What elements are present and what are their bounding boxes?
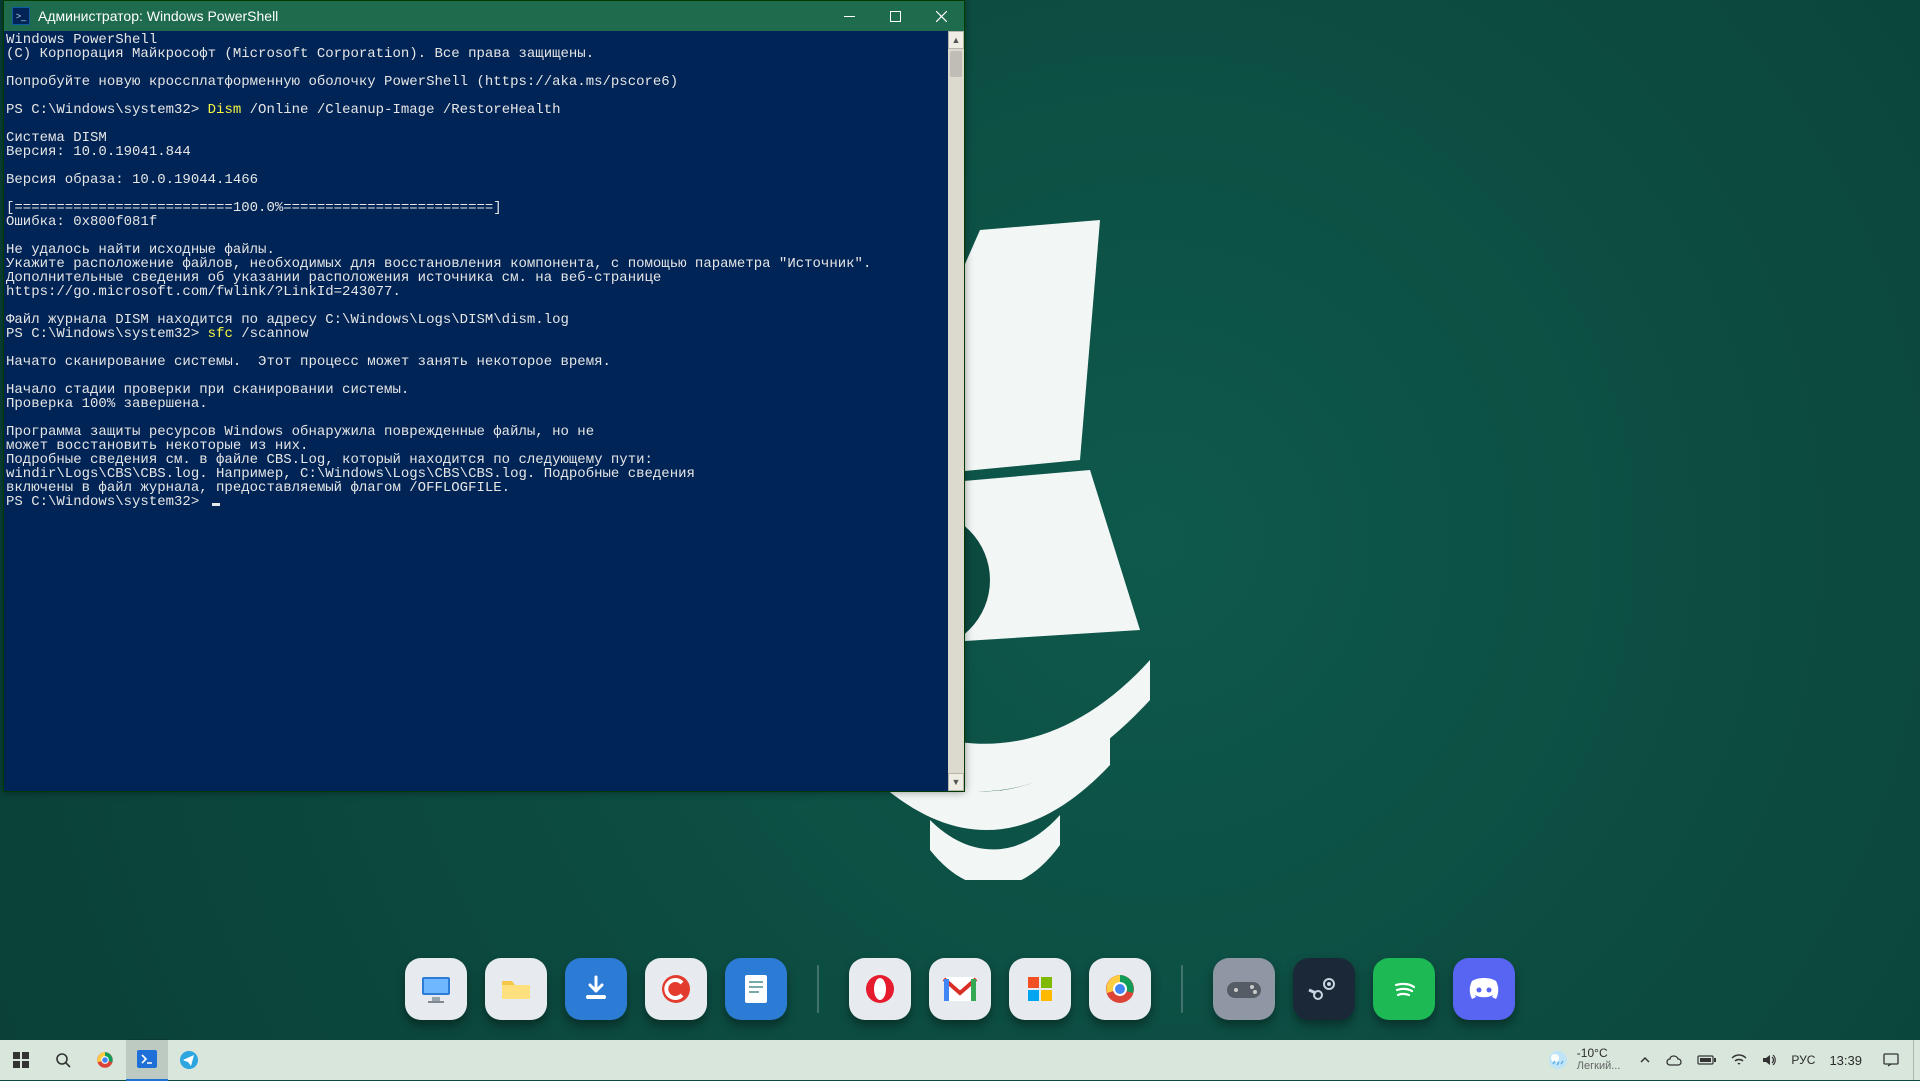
tray-onedrive[interactable]	[1658, 1040, 1690, 1080]
notification-icon	[1883, 1053, 1899, 1067]
dock-downloads[interactable]	[565, 958, 627, 1020]
window-titlebar[interactable]: >_ Администратор: Windows PowerShell	[4, 1, 964, 31]
scroll-down-icon[interactable]: ▼	[948, 773, 964, 791]
cmd-rest: /scannow	[233, 326, 309, 342]
dock-notepad[interactable]	[725, 958, 787, 1020]
tray-volume[interactable]	[1754, 1040, 1784, 1080]
dock-steam[interactable]	[1293, 958, 1355, 1020]
telegram-icon	[179, 1050, 199, 1070]
terminal-line: Версия: 10.0.19041.844	[6, 144, 191, 160]
terminal-line: Версия образа: 10.0.19044.1466	[6, 172, 258, 188]
wifi-icon	[1731, 1053, 1747, 1067]
terminal-line: Начато сканирование системы. Этот процес…	[6, 354, 611, 370]
tray-chevron-up[interactable]	[1632, 1040, 1658, 1080]
windows-icon	[13, 1052, 29, 1068]
close-button[interactable]	[918, 1, 964, 31]
taskbar-chrome[interactable]	[84, 1040, 126, 1080]
search-icon	[55, 1052, 72, 1069]
cmd-highlight: sfc	[208, 326, 233, 342]
dock-gmail[interactable]	[929, 958, 991, 1020]
chrome-icon	[95, 1050, 115, 1070]
dock-spotify[interactable]	[1373, 958, 1435, 1020]
powershell-icon: >_	[12, 7, 30, 25]
terminal-line: (C) Корпорация Майкрософт (Microsoft Cor…	[6, 46, 594, 62]
ccleaner-icon	[658, 971, 694, 1007]
dock-ccleaner[interactable]	[645, 958, 707, 1020]
terminal-line: Проверка 100% завершена.	[6, 396, 208, 412]
scrollbar-thumb[interactable]	[950, 51, 962, 77]
dock-microsoft-store[interactable]	[1009, 958, 1071, 1020]
taskbar[interactable]: -10°C Легкий... РУС 13	[0, 1040, 1920, 1080]
tray-battery[interactable]	[1690, 1040, 1724, 1080]
discord-icon	[1466, 975, 1502, 1003]
opera-icon	[862, 971, 898, 1007]
steam-icon	[1307, 972, 1341, 1006]
terminal-line: Ошибка: 0x800f081f	[6, 214, 157, 230]
tray-wifi[interactable]	[1724, 1040, 1754, 1080]
weather-widget[interactable]: -10°C Легкий...	[1535, 1047, 1633, 1073]
dock-discord[interactable]	[1453, 958, 1515, 1020]
maximize-button[interactable]	[872, 1, 918, 31]
monitor-icon	[418, 971, 454, 1007]
download-icon	[580, 973, 612, 1005]
cmd-rest: /Online /Cleanup-Image /RestoreHealth	[241, 102, 560, 118]
scrollbar[interactable]: ▲ ▼	[948, 31, 964, 791]
taskbar-telegram[interactable]	[168, 1040, 210, 1080]
cursor	[212, 503, 220, 506]
dock-chrome[interactable]	[1089, 958, 1151, 1020]
language-label: РУС	[1791, 1053, 1815, 1067]
start-button[interactable]	[0, 1040, 42, 1080]
search-button[interactable]	[42, 1040, 84, 1080]
tray-notifications[interactable]	[1869, 1040, 1913, 1080]
spotify-icon	[1387, 972, 1421, 1006]
microsoft-icon	[1024, 973, 1056, 1005]
dock-this-pc[interactable]	[405, 958, 467, 1020]
terminal-body[interactable]: Windows PowerShell (C) Корпорация Майкро…	[4, 31, 964, 791]
battery-icon	[1697, 1054, 1717, 1066]
notepad-icon	[741, 972, 771, 1006]
dock-separator	[1181, 965, 1183, 1013]
scroll-up-icon[interactable]: ▲	[948, 31, 964, 49]
weather-icon	[1547, 1049, 1569, 1071]
prompt: PS C:\Windows\system32>	[6, 494, 208, 510]
taskbar-powershell[interactable]	[126, 1039, 168, 1081]
clock-time: 13:39	[1829, 1053, 1862, 1068]
prompt: PS C:\Windows\system32>	[6, 102, 208, 118]
window-title: Администратор: Windows PowerShell	[38, 8, 278, 24]
terminal-line: Попробуйте новую кроссплатформенную обол…	[6, 74, 678, 90]
powershell-icon	[137, 1050, 157, 1068]
cloud-icon	[1665, 1054, 1683, 1066]
gamepad-icon	[1225, 976, 1263, 1002]
dock-file-explorer[interactable]	[485, 958, 547, 1020]
prompt: PS C:\Windows\system32>	[6, 326, 208, 342]
weather-desc: Легкий...	[1577, 1060, 1621, 1073]
tray-clock[interactable]: 13:39	[1822, 1040, 1869, 1080]
show-desktop-button[interactable]	[1913, 1040, 1920, 1080]
dock	[405, 958, 1515, 1020]
gmail-icon	[942, 975, 978, 1003]
volume-icon	[1761, 1053, 1777, 1067]
tray-language[interactable]: РУС	[1784, 1040, 1822, 1080]
weather-temp: -10°C	[1577, 1047, 1621, 1060]
folder-icon	[498, 971, 534, 1007]
desktop[interactable]: >_ Администратор: Windows PowerShell Win…	[0, 0, 1920, 1080]
terminal-content[interactable]: Windows PowerShell (C) Корпорация Майкро…	[4, 31, 948, 791]
dock-games[interactable]	[1213, 958, 1275, 1020]
dock-opera[interactable]	[849, 958, 911, 1020]
cmd-highlight: Dism	[208, 102, 242, 118]
chrome-icon	[1102, 971, 1138, 1007]
powershell-window[interactable]: >_ Администратор: Windows PowerShell Win…	[3, 0, 965, 792]
chevron-up-icon	[1639, 1054, 1651, 1066]
terminal-line: Укажите расположение файлов, необходимых…	[6, 256, 880, 300]
minimize-button[interactable]	[826, 1, 872, 31]
dock-separator	[817, 965, 819, 1013]
